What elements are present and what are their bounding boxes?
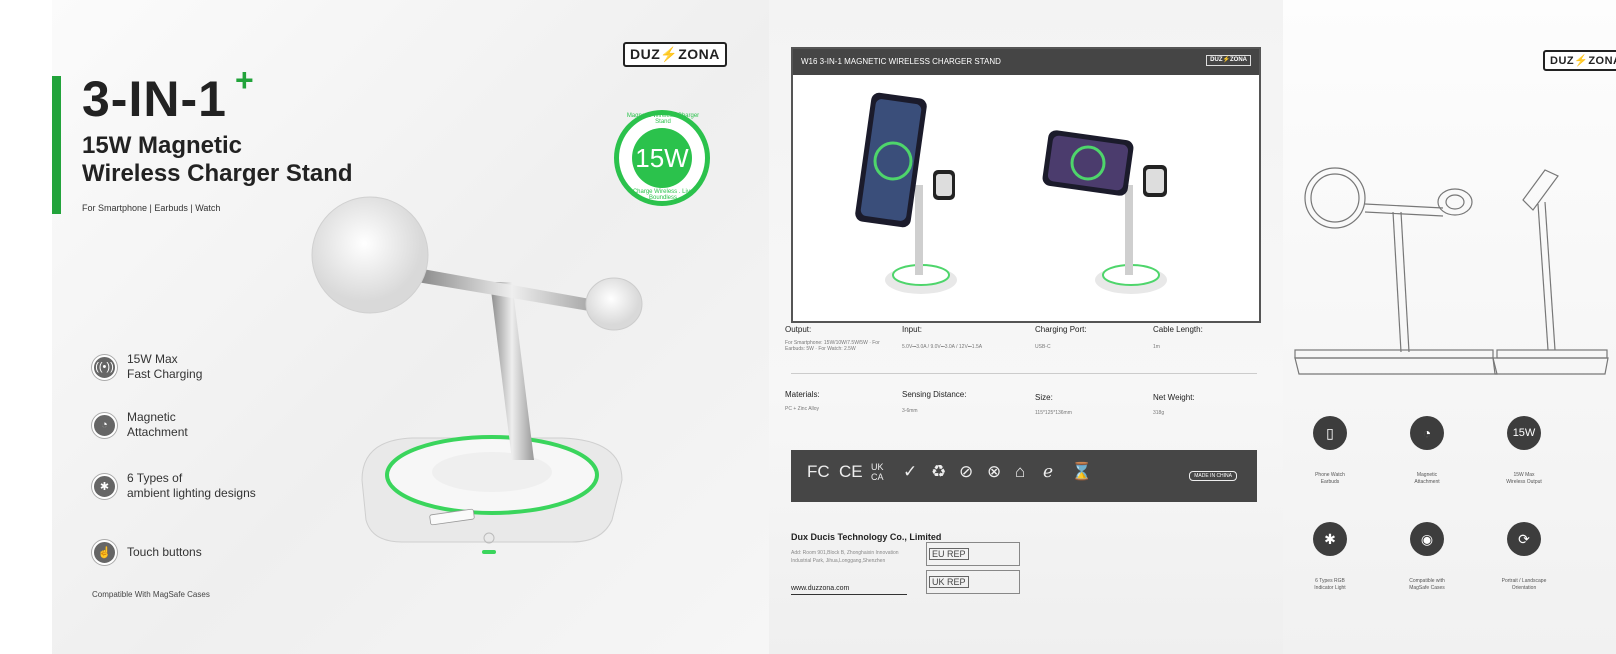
no-pvc-icon: ⊘ (959, 462, 974, 481)
feature-touch: ☝ Touch buttons (92, 540, 202, 565)
eu-rep-label: EU REP (929, 548, 969, 560)
spec-value: 115*125*136mm (1035, 410, 1072, 416)
feature-line2: Attachment (127, 425, 188, 439)
phone-watch-icon: ▯ (1313, 416, 1347, 450)
feature-fast-charging: ((•)) 15W Max Fast Charging (92, 352, 202, 382)
company-name: Dux Ducis Technology Co., Limited (791, 532, 942, 542)
company-address: Add: Room 901,Block B, Zhonghaixin Innov… (791, 550, 899, 564)
product-photos (855, 92, 1167, 294)
rotate-icon: ⟳ (1507, 522, 1541, 556)
product-subtitle-line1: 15W Magnetic (82, 132, 243, 159)
feature-line1: 15W Max (127, 352, 178, 366)
spec-value: PC + Zinc Alloy (785, 406, 820, 412)
website-url: www.duzzona.com (791, 585, 907, 595)
spec-label: Cable Length: (1153, 325, 1203, 334)
recycle-icon: ♻ (931, 462, 947, 481)
side-feature-label: Phone Watch Earbuds (1315, 472, 1345, 485)
spec-label: Size: (1035, 393, 1053, 402)
ce-mark-icon: CE (839, 462, 863, 481)
feature-line2: ambient lighting designs (127, 486, 256, 500)
rohs-mark-icon: ✓ (903, 462, 918, 481)
fast-charge-icon: ((•)) (92, 354, 117, 380)
feature-lighting: ✱ 6 Types of ambient lighting designs (92, 471, 256, 501)
spec-label: Materials: (785, 390, 820, 399)
box-side-panel: DUZ⚡ZONA ▯ Phone WatchEarbuds ◔ Magnetic… (1283, 0, 1616, 654)
touch-icon: ☝ (92, 540, 117, 565)
spec-value: USB-C (1035, 344, 1051, 350)
feature-line1: Touch buttons (127, 545, 202, 559)
badge-ring-top-text: Magnetic Wireless Charger Stand (626, 113, 700, 125)
spec-label: Charging Port: (1035, 325, 1087, 334)
charger-stand-illustration (311, 196, 643, 554)
spec-label: Output: (785, 325, 812, 334)
certification-bar: FC CE UK CA ✓ ♻ ⊘ ⊗ ⌂ ℯ ⌛ MADE IN CHINA (791, 450, 1257, 502)
uk-rep-label: UK REP (929, 576, 969, 588)
side-feature-label: Compatible with MagSafe Cases (1409, 578, 1445, 591)
feature-line2: Fast Charging (127, 367, 203, 381)
eco-mark-icon: ⊗ (987, 462, 1002, 481)
product-title: 3-IN-1 (82, 71, 227, 127)
weee-bin-icon: ⌛ (1071, 462, 1093, 481)
title-plus: + (235, 62, 254, 98)
power-15w-icon: 15W (1507, 416, 1541, 450)
product-photo-frame: W16 3-IN-1 MAGNETIC WIRELESS CHARGER STA… (791, 47, 1261, 323)
magsafe-compat-note: Compatible With MagSafe Cases (92, 590, 210, 599)
spec-label: Net Weight: (1153, 393, 1195, 402)
spec-value: 3-6mm (902, 408, 918, 414)
brand-logo-side: DUZ⚡ZONA (1543, 50, 1616, 71)
spec-value: 1m (1153, 344, 1160, 350)
line-drawing-illustration (1294, 167, 1609, 375)
magnet-icon: ◔ (1410, 416, 1444, 450)
compatibility-line: For Smartphone | Earbuds | Watch (82, 203, 221, 213)
fcc-mark-icon: FC (807, 462, 830, 481)
box-back-panel: W16 3-IN-1 MAGNETIC WIRELESS CHARGER STA… (769, 0, 1283, 654)
box-front-panel: DUZ⚡ZONA 3-IN-1 + 15W Magnetic Wireless … (52, 0, 769, 654)
back-header: W16 3-IN-1 MAGNETIC WIRELESS CHARGER STA… (793, 49, 1259, 75)
spec-value: 5.0V⎓3.0A / 9.0V⎓3.0A / 12V⎓1.5A (902, 344, 983, 350)
product-subtitle-line2: Wireless Charger Stand (82, 160, 353, 187)
spec-divider (791, 373, 1257, 374)
side-feature-label: Portrait / Landscape Orientation (1501, 578, 1547, 591)
feature-line1: 6 Types of (127, 471, 183, 485)
back-header-title: W16 3-IN-1 MAGNETIC WIRELESS CHARGER STA… (801, 57, 1001, 66)
spec-value: 318g (1153, 410, 1165, 416)
brand-logo: DUZ⚡ZONA (623, 42, 727, 67)
indoor-use-icon: ⌂ (1015, 462, 1026, 481)
spec-label: Sensing Distance: (902, 390, 967, 399)
side-feature-label: 6 Types RGB Indicator Light (1314, 578, 1346, 591)
feature-line1: Magnetic (127, 410, 176, 424)
feature-magnetic: ◔ Magnetic Attachment (92, 410, 188, 440)
magnet-icon: ◔ (92, 412, 117, 438)
accent-bar (52, 76, 61, 214)
e-mark-icon: ℯ (1043, 462, 1054, 481)
badge-center-text: 15W (632, 128, 692, 188)
light-icon: ✱ (92, 473, 117, 499)
spec-value: For Smartphone: 15W/10W/7.5W/5W · For Ea… (785, 340, 880, 352)
side-feature-label: Magnetic Attachment (1414, 472, 1440, 485)
brand-logo-small: DUZ⚡ZONA (1206, 55, 1251, 66)
uk-rep-box: UK REP (926, 570, 1020, 594)
side-feature-label: 15W Max Wireless Output (1506, 472, 1542, 485)
made-in-label: MADE IN CHINA (1189, 471, 1237, 481)
magsafe-icon: ◉ (1410, 522, 1444, 556)
eu-rep-box: EU REP (926, 542, 1020, 566)
light-icon: ✱ (1313, 522, 1347, 556)
spec-label: Input: (902, 325, 923, 334)
ukca-mark-icon: UK CA (871, 462, 884, 482)
